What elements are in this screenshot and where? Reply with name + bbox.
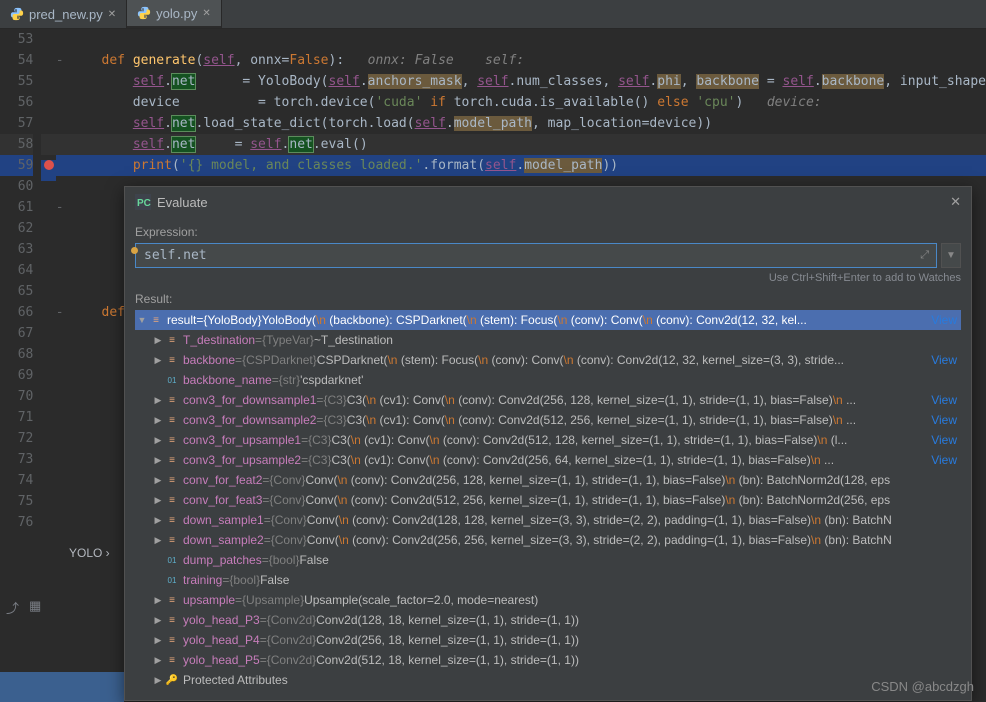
field-icon: ≡ bbox=[165, 395, 179, 406]
field-icon: ≡ bbox=[165, 595, 179, 606]
chevron-icon[interactable] bbox=[151, 475, 165, 486]
tree-row[interactable]: ≡T_destination = {TypeVar} ~T_destinatio… bbox=[135, 330, 961, 350]
primitive-icon: 01 bbox=[165, 576, 179, 585]
tree-row[interactable]: ≡down_sample2 = {Conv} Conv(\n (conv): C… bbox=[135, 530, 961, 550]
field-icon: ≡ bbox=[165, 335, 179, 346]
modified-dot-icon bbox=[131, 247, 138, 254]
tree-row[interactable]: ≡conv_for_feat2 = {Conv} Conv(\n (conv):… bbox=[135, 470, 961, 490]
chevron-icon[interactable] bbox=[151, 515, 165, 526]
tab-pred_new-py[interactable]: pred_new.py ✕ bbox=[0, 0, 127, 28]
tree-row[interactable]: ≡upsample = {Upsample} Upsample(scale_fa… bbox=[135, 590, 961, 610]
tab-label: yolo.py bbox=[156, 6, 197, 21]
key-icon: 🔑 bbox=[165, 675, 179, 686]
view-link[interactable]: View bbox=[931, 453, 961, 467]
tree-row[interactable]: ≡conv3_for_downsample2 = {C3} C3(\n (cv1… bbox=[135, 410, 961, 430]
view-link[interactable]: View bbox=[931, 313, 961, 327]
expression-label: Expression: bbox=[135, 225, 961, 239]
primitive-icon: 01 bbox=[165, 556, 179, 565]
variables-icon[interactable]: ⤴ bbox=[6, 598, 19, 617]
tree-row[interactable]: ≡yolo_head_P5 = {Conv2d} Conv2d(512, 18,… bbox=[135, 650, 961, 670]
chevron-icon[interactable] bbox=[151, 635, 165, 646]
chevron-icon[interactable] bbox=[151, 675, 165, 686]
field-icon: ≡ bbox=[165, 475, 179, 486]
tree-row[interactable]: ≡conv_for_feat3 = {Conv} Conv(\n (conv):… bbox=[135, 490, 961, 510]
field-icon: ≡ bbox=[165, 615, 179, 626]
tree-row[interactable]: ≡conv3_for_downsample1 = {C3} C3(\n (cv1… bbox=[135, 390, 961, 410]
view-link[interactable]: View bbox=[931, 353, 961, 367]
tool-icons[interactable]: ⤴ ▦ bbox=[6, 598, 41, 617]
chevron-icon[interactable] bbox=[151, 495, 165, 506]
view-link[interactable]: View bbox=[931, 433, 961, 447]
breakpoint-icon[interactable] bbox=[44, 160, 54, 170]
table-icon[interactable]: ▦ bbox=[29, 598, 41, 617]
chevron-icon[interactable] bbox=[151, 535, 165, 546]
chevron-icon[interactable] bbox=[151, 595, 165, 606]
field-icon: ≡ bbox=[165, 435, 179, 446]
tree-row[interactable]: 01dump_patches = {bool} False bbox=[135, 550, 961, 570]
tree-row[interactable]: ≡yolo_head_P4 = {Conv2d} Conv2d(256, 18,… bbox=[135, 630, 961, 650]
editor-tabs: pred_new.py ✕ yolo.py ✕ bbox=[0, 0, 986, 29]
tree-row[interactable]: ≡backbone = {CSPDarknet} CSPDarknet(\n (… bbox=[135, 350, 961, 370]
field-icon: ≡ bbox=[165, 635, 179, 646]
close-icon[interactable]: ✕ bbox=[108, 9, 116, 20]
hint-text: Use Ctrl+Shift+Enter to add to Watches bbox=[135, 272, 961, 284]
close-icon[interactable]: ✕ bbox=[950, 194, 961, 210]
field-icon: ≡ bbox=[165, 355, 179, 366]
tree-row[interactable]: 01training = {bool} False bbox=[135, 570, 961, 590]
evaluate-dialog: PC Evaluate ✕ Expression: ⤢ ▼ Use Ctrl+S… bbox=[124, 186, 972, 701]
chevron-icon[interactable] bbox=[151, 335, 165, 346]
chevron-icon[interactable] bbox=[151, 415, 165, 426]
tree-row[interactable]: 🔑Protected Attributes bbox=[135, 670, 961, 690]
fold-column[interactable]: --- bbox=[56, 29, 70, 538]
chevron-icon[interactable] bbox=[151, 395, 165, 406]
chevron-icon[interactable] bbox=[151, 655, 165, 666]
result-tree[interactable]: ≡result = {YoloBody} YoloBody(\n (backbo… bbox=[135, 310, 961, 690]
field-icon: ≡ bbox=[165, 535, 179, 546]
svg-text:PC: PC bbox=[137, 198, 151, 209]
primitive-icon: 01 bbox=[165, 376, 179, 385]
field-icon: ≡ bbox=[165, 455, 179, 466]
chevron-icon[interactable] bbox=[151, 355, 165, 366]
field-icon: ≡ bbox=[165, 515, 179, 526]
field-icon: ≡ bbox=[149, 315, 163, 326]
chevron-icon[interactable] bbox=[151, 435, 165, 446]
dialog-header[interactable]: PC Evaluate ✕ bbox=[125, 187, 971, 217]
dialog-title: Evaluate bbox=[157, 195, 944, 210]
tab-yolo-py[interactable]: yolo.py ✕ bbox=[127, 0, 222, 28]
tree-row[interactable]: ≡conv3_for_upsample1 = {C3} C3(\n (cv1):… bbox=[135, 430, 961, 450]
python-icon bbox=[10, 7, 24, 21]
tree-row[interactable]: 01backbone_name = {str} 'cspdarknet' bbox=[135, 370, 961, 390]
breadcrumb[interactable]: YOLO › bbox=[69, 546, 110, 560]
tree-row[interactable]: ≡down_sample1 = {Conv} Conv(\n (conv): C… bbox=[135, 510, 961, 530]
app-icon: PC bbox=[135, 194, 151, 210]
breakpoint-column[interactable] bbox=[41, 29, 55, 538]
view-link[interactable]: View bbox=[931, 413, 961, 427]
view-link[interactable]: View bbox=[931, 393, 961, 407]
field-icon: ≡ bbox=[165, 495, 179, 506]
field-icon: ≡ bbox=[165, 415, 179, 426]
chevron-icon[interactable] bbox=[135, 315, 149, 325]
chevron-icon[interactable] bbox=[151, 615, 165, 626]
watermark: CSDN @abcdzgh bbox=[871, 679, 974, 694]
expand-icon[interactable]: ⤢ bbox=[920, 249, 929, 262]
tree-row[interactable]: ≡result = {YoloBody} YoloBody(\n (backbo… bbox=[135, 310, 961, 330]
debug-strip bbox=[0, 672, 124, 702]
field-icon: ≡ bbox=[165, 655, 179, 666]
history-dropdown[interactable]: ▼ bbox=[941, 243, 961, 268]
chevron-icon[interactable] bbox=[151, 455, 165, 466]
result-label: Result: bbox=[135, 292, 961, 306]
line-gutter: 5354555657585960616263646566676869707172… bbox=[0, 29, 41, 538]
python-icon bbox=[137, 6, 151, 20]
expression-input[interactable] bbox=[135, 243, 937, 268]
close-icon[interactable]: ✕ bbox=[202, 8, 210, 19]
tree-row[interactable]: ≡yolo_head_P3 = {Conv2d} Conv2d(128, 18,… bbox=[135, 610, 961, 630]
tab-label: pred_new.py bbox=[29, 7, 103, 22]
tree-row[interactable]: ≡conv3_for_upsample2 = {C3} C3(\n (cv1):… bbox=[135, 450, 961, 470]
